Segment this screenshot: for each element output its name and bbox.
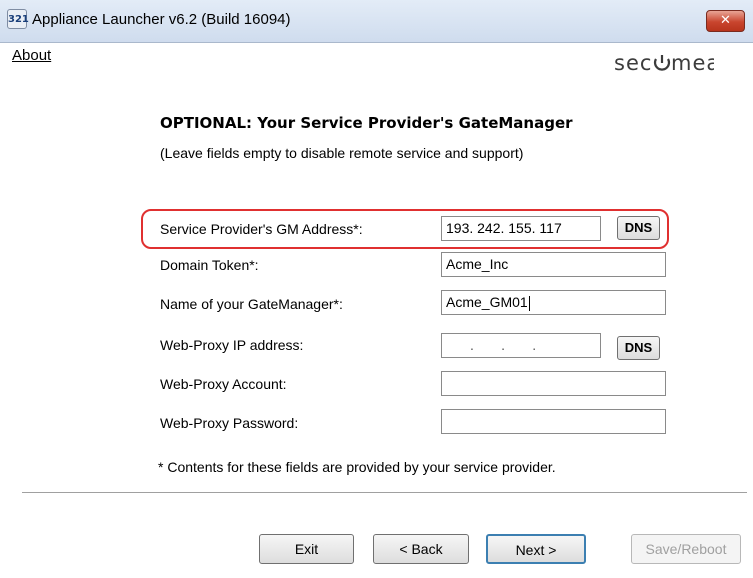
secomea-logo-image: sec mea [614,51,714,75]
provider-note: * Contents for these fields are provided… [158,459,556,475]
proxy-account-label: Web-Proxy Account: [160,376,287,392]
proxy-ip-field[interactable]: . . . [441,333,601,358]
text-caret [528,295,530,311]
back-button-label: < Back [399,541,443,557]
gatemanager-name-field[interactable]: Acme_GM01 [441,290,666,315]
appliance-launcher-window: 321 Appliance Launcher v6.2 (Build 16094… [0,0,753,578]
proxy-password-label: Web-Proxy Password: [160,415,299,431]
app-icon: 321 [7,9,29,29]
proxy-ip-value: . . . [470,337,537,353]
window-title: Appliance Launcher v6.2 (Build 16094) [32,11,291,28]
save-reboot-button-label: Save/Reboot [645,541,727,557]
proxy-ip-label: Web-Proxy IP address: [160,337,304,353]
page-heading: OPTIONAL: Your Service Provider's GateMa… [160,114,573,132]
back-button[interactable]: < Back [373,534,469,564]
footer-separator [22,492,747,494]
proxy-account-field[interactable] [441,371,666,396]
gm-address-label: Service Provider's GM Address*: [160,221,363,237]
gatemanager-name-label: Name of your GateManager*: [160,296,343,312]
proxy-password-field[interactable] [441,409,666,434]
save-reboot-button[interactable]: Save/Reboot [631,534,741,564]
proxy-ip-dns-button[interactable]: DNS [617,336,660,360]
gm-address-dns-button[interactable]: DNS [617,216,660,240]
gatemanager-name-value: Acme_GM01 [446,294,528,310]
gm-address-field[interactable]: 193. 242. 155. 117 [441,216,601,241]
domain-token-field[interactable]: Acme_Inc [441,252,666,277]
svg-text:sec: sec [614,51,652,75]
exit-button-label: Exit [294,541,319,557]
next-button[interactable]: Next > [486,534,586,564]
close-button[interactable]: ✕ [706,10,745,32]
next-button-label: Next > [515,542,557,558]
exit-button[interactable]: Exit [259,534,354,564]
svg-text:mea: mea [671,51,714,75]
page-subheading: (Leave fields empty to disable remote se… [160,145,524,161]
domain-token-label: Domain Token*: [160,257,259,273]
about-link[interactable]: About [12,47,51,64]
title-bar[interactable]: 321 Appliance Launcher v6.2 (Build 16094… [0,0,753,43]
secomea-logo: sec mea [614,51,714,75]
